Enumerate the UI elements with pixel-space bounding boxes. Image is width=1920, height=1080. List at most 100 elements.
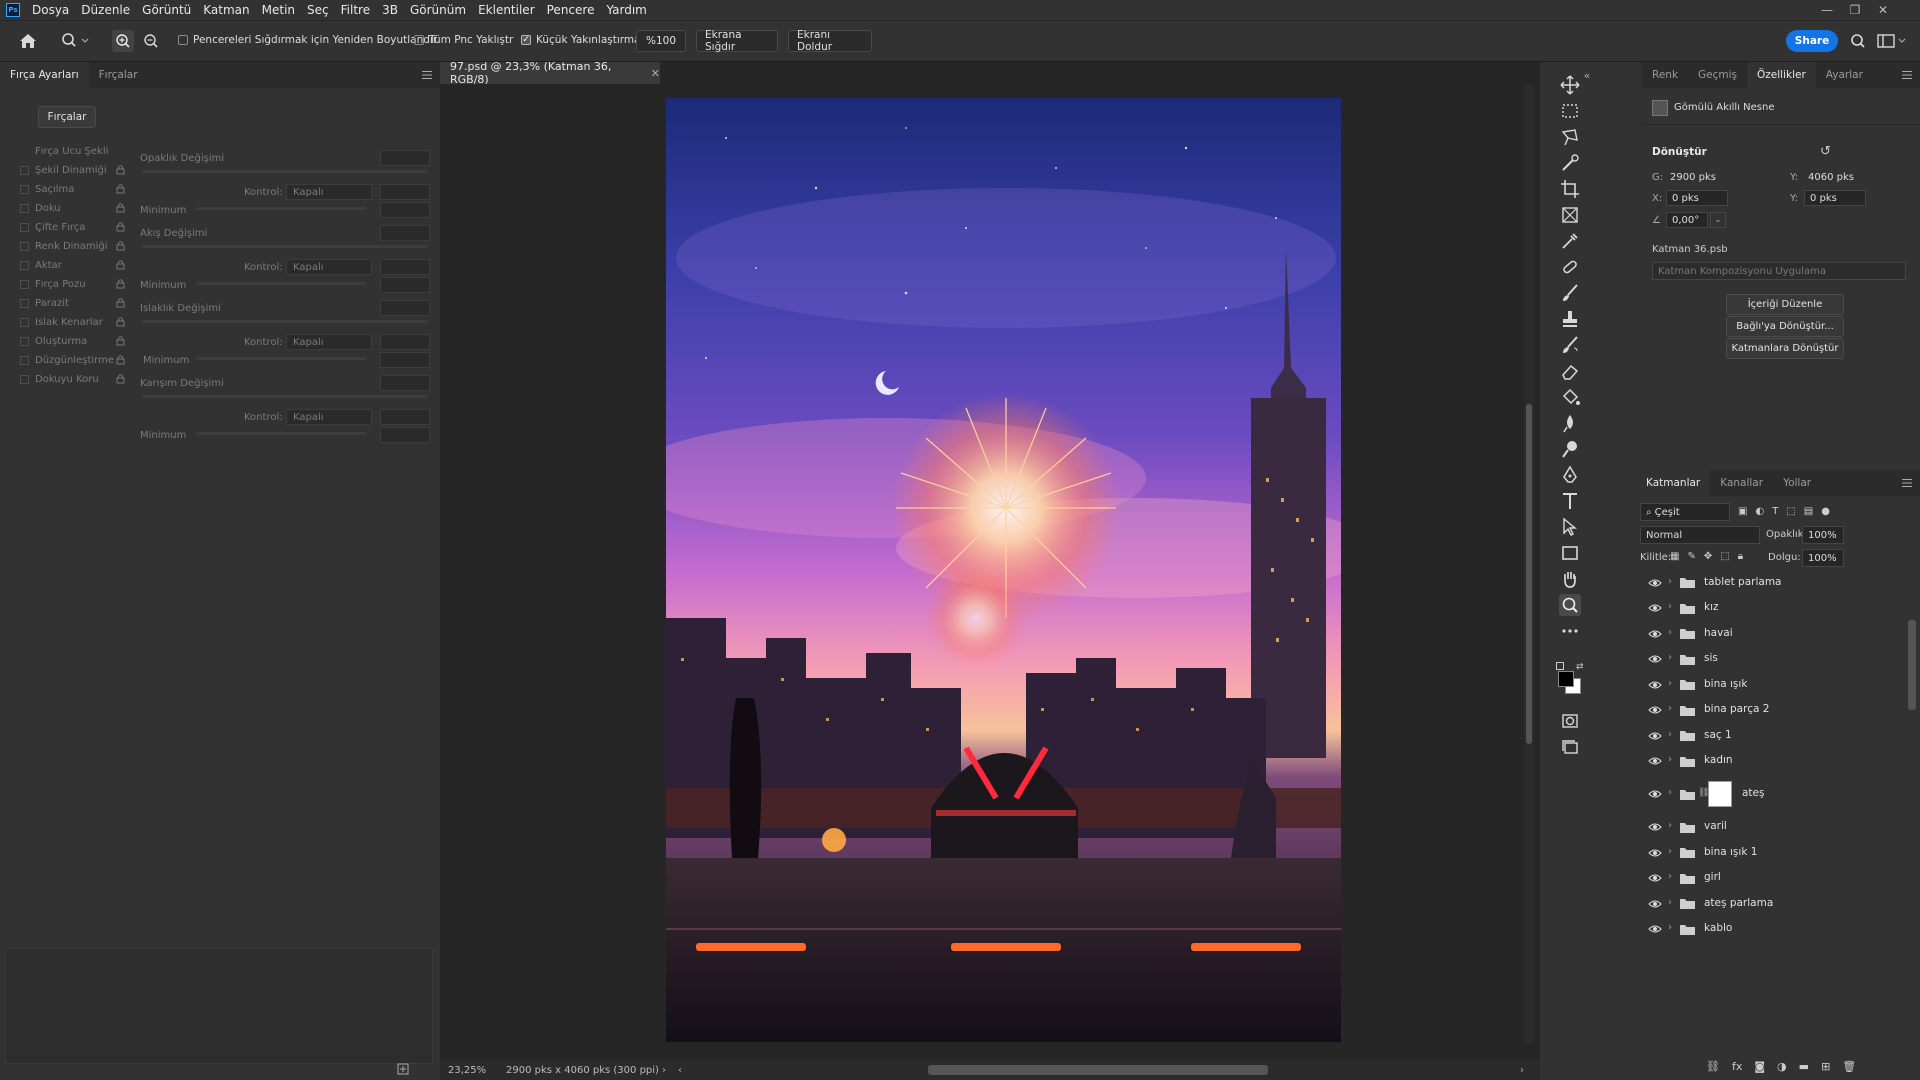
minimum-field-2[interactable] [380,277,430,293]
lock-icon[interactable] [116,354,125,365]
opacity-field[interactable]: 100% [1802,526,1844,544]
lock-pixels-icon[interactable]: ✎ [1687,551,1695,562]
layer-row[interactable]: › bina ışık [1636,672,1920,697]
expand-group-chevron-icon[interactable]: › [1668,897,1672,908]
new-group-icon[interactable]: ▬ [1799,1060,1809,1073]
brush-option-item[interactable]: Islak Kenarlar [20,314,125,330]
brush-option-checkbox[interactable] [20,374,29,384]
layer-row[interactable]: › ateş parlama [1636,891,1920,916]
tab-color[interactable]: Renk [1642,62,1688,88]
fit-screen-button[interactable]: Ekrana Sığdır [696,29,778,53]
vertical-scrollbar[interactable] [1524,84,1534,1044]
tab-paths[interactable]: Yollar [1773,470,1821,496]
y-position-field[interactable]: 0 pks [1804,190,1866,206]
eyedropper-tool-icon[interactable] [1559,230,1581,252]
new-layer-icon[interactable]: ⊞ [1821,1060,1830,1073]
lock-icon[interactable] [116,221,125,232]
expand-group-chevron-icon[interactable]: › [1668,820,1672,831]
minimum-slider-2[interactable] [196,282,366,285]
filter-shape-icon[interactable]: ⬚ [1786,506,1795,517]
minimum-field-4[interactable] [380,427,430,443]
swap-colors-icon[interactable]: ⇄ [1576,662,1584,672]
brush-option-item[interactable]: Oluşturma [20,333,125,349]
lock-icon[interactable] [116,335,125,346]
lock-icon[interactable] [116,164,125,175]
filter-adjustment-icon[interactable]: ◐ [1755,506,1764,517]
expand-group-chevron-icon[interactable]: › [1668,729,1672,740]
visibility-eye-icon[interactable] [1648,680,1662,690]
tab-adjustments[interactable]: Ayarlar [1816,62,1873,88]
lock-icon[interactable] [116,373,125,384]
add-mask-icon[interactable]: ◙ [1754,1060,1765,1073]
brush-tool-icon[interactable] [1559,282,1581,304]
clone-stamp-tool-icon[interactable] [1559,308,1581,330]
menu-edit[interactable]: Düzenle [75,3,136,17]
layer-row[interactable]: › ⛓ ateş [1636,774,1920,814]
brush-option-item[interactable]: Saçılma [20,181,125,197]
minimum-slider-4[interactable] [196,432,366,435]
brushes-button[interactable]: Fırçalar [38,106,96,128]
control-select-2[interactable]: Kapalı [286,259,372,275]
brush-option-item[interactable]: Doku [20,200,125,216]
mix-jitter-field[interactable] [380,375,430,391]
menu-help[interactable]: Yardım [600,3,652,17]
expand-group-chevron-icon[interactable]: › [1668,678,1672,689]
color-swatches[interactable]: ⇄ [1556,662,1586,694]
x-position-field[interactable]: 0 pks [1666,190,1728,206]
blend-mode-select[interactable]: Normal [1640,526,1760,544]
rectangle-tool-icon[interactable] [1559,542,1581,564]
expand-group-chevron-icon[interactable]: › [1668,703,1672,714]
zoom-all-checkbox[interactable]: Tüm Pnc Yaklıştr [414,34,513,46]
control-field-2[interactable] [380,259,430,275]
menu-plugins[interactable]: Eklentiler [472,3,541,17]
quick-mask-icon[interactable] [1559,710,1581,732]
lock-icon[interactable] [116,316,125,327]
wetness-jitter-field[interactable] [380,300,430,316]
layer-row[interactable]: › sis [1636,647,1920,672]
lock-position-icon[interactable]: ✥ [1704,551,1712,562]
panel-menu-icon[interactable] [420,68,434,82]
menu-image[interactable]: Görüntü [136,3,197,17]
foreground-color-swatch[interactable] [1558,671,1574,687]
brush-option-checkbox[interactable] [20,222,29,232]
lock-all-icon[interactable]: 🔒︎ [1738,551,1743,562]
lock-icon[interactable] [116,259,125,270]
tab-channels[interactable]: Kanallar [1710,470,1773,496]
lasso-tool-icon[interactable] [1559,126,1581,148]
brush-option-item[interactable]: Çifte Fırça [20,219,125,235]
document-tab[interactable]: 97.psd @ 23,3% (Katman 36, RGB/8) ✕ [440,60,660,86]
more-tools-icon[interactable] [1559,620,1581,642]
angle-field[interactable]: 0,00° [1666,212,1708,228]
filter-pixel-icon[interactable]: ▣ [1738,506,1747,517]
brush-option-checkbox[interactable] [20,298,29,308]
minimum-field-3[interactable] [380,352,430,368]
lock-icon[interactable] [116,202,125,213]
search-icon[interactable] [1848,31,1868,51]
layers-menu-icon[interactable] [1900,476,1914,490]
expand-group-chevron-icon[interactable]: › [1668,787,1672,798]
menu-type[interactable]: Metin [256,3,301,17]
brush-option-checkbox[interactable] [20,184,29,194]
control-field-4[interactable] [380,409,430,425]
marquee-tool-icon[interactable] [1559,100,1581,122]
brush-option-checkbox[interactable] [20,279,29,289]
layer-row[interactable]: › kız [1636,596,1920,621]
tab-history[interactable]: Geçmiş [1688,62,1747,88]
lock-artboard-icon[interactable]: ⬚ [1720,551,1729,562]
expand-group-chevron-icon[interactable]: › [1668,576,1672,587]
brush-option-checkbox[interactable] [20,355,29,365]
layer-row[interactable]: › girl [1636,866,1920,891]
visibility-eye-icon[interactable] [1648,822,1662,832]
lock-icon[interactable] [116,183,125,194]
menu-select[interactable]: Seç [301,3,335,17]
mix-jitter-slider[interactable] [142,395,428,398]
layer-row[interactable]: › tablet parlama [1636,570,1920,595]
brush-option-checkbox[interactable] [20,260,29,270]
flow-jitter-slider[interactable] [142,245,428,248]
brush-tip-shape-label[interactable]: Fırça Ucu Şekli [35,146,108,157]
close-tab-icon[interactable]: ✕ [651,67,660,80]
flow-jitter-field[interactable] [380,225,430,241]
expand-group-chevron-icon[interactable]: › [1668,754,1672,765]
visibility-eye-icon[interactable] [1648,603,1662,613]
layer-row[interactable]: › kablo [1636,917,1920,942]
